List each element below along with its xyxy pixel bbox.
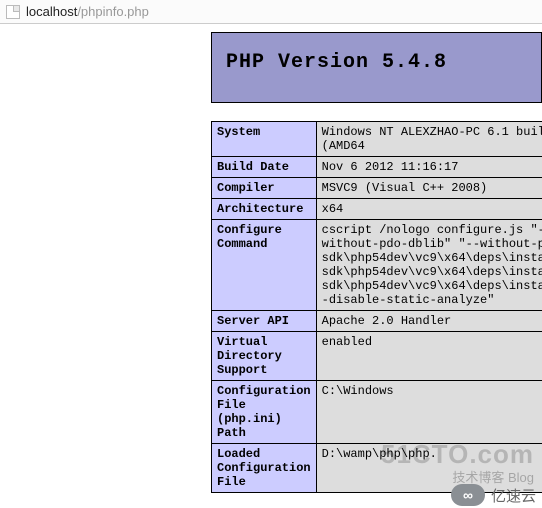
info-value: C:\Windows — [316, 381, 542, 444]
url-host: localhost — [26, 4, 77, 19]
page-icon — [6, 5, 20, 19]
info-key: Architecture — [212, 199, 317, 220]
info-value: D:\wamp\php\php. — [316, 444, 542, 493]
info-key: Configuration File (php.ini) Path — [212, 381, 317, 444]
info-key: Virtual Directory Support — [212, 332, 317, 381]
info-key: Loaded Configuration File — [212, 444, 317, 493]
page-title: PHP Version 5.4.8 — [226, 51, 527, 74]
info-value: MSVC9 (Visual C++ 2008) — [316, 178, 542, 199]
table-row: Architecturex64 — [212, 199, 542, 220]
info-value: Windows NT ALEXZHAO-PC 6.1 build 7601 (A… — [316, 122, 542, 157]
table-row: Virtual Directory Supportenabled — [212, 332, 542, 381]
info-value: Nov 6 2012 11:16:17 — [316, 157, 542, 178]
left-margin — [0, 28, 211, 508]
table-row: Build DateNov 6 2012 11:16:17 — [212, 157, 542, 178]
url-path: /phpinfo.php — [77, 4, 149, 19]
info-key: System — [212, 122, 317, 157]
info-value: cscript /nologo configure.js "--enable-w… — [316, 220, 542, 311]
phpinfo-table: SystemWindows NT ALEXZHAO-PC 6.1 build 7… — [211, 121, 542, 493]
info-key: Compiler — [212, 178, 317, 199]
phpinfo-panel: PHP Version 5.4.8 SystemWindows NT ALEXZ… — [211, 32, 542, 508]
table-row: Loaded Configuration FileD:\wamp\php\php… — [212, 444, 542, 493]
info-value: enabled — [316, 332, 542, 381]
table-row: Configure Commandcscript /nologo configu… — [212, 220, 542, 311]
table-row: CompilerMSVC9 (Visual C++ 2008) — [212, 178, 542, 199]
address-bar[interactable]: localhost/phpinfo.php — [0, 0, 542, 24]
info-value: Apache 2.0 Handler — [316, 311, 542, 332]
phpinfo-header: PHP Version 5.4.8 — [211, 32, 542, 103]
table-row: Server APIApache 2.0 Handler — [212, 311, 542, 332]
table-row: SystemWindows NT ALEXZHAO-PC 6.1 build 7… — [212, 122, 542, 157]
info-key: Build Date — [212, 157, 317, 178]
content-area: PHP Version 5.4.8 SystemWindows NT ALEXZ… — [0, 28, 542, 508]
table-row: Configuration File (php.ini) PathC:\Wind… — [212, 381, 542, 444]
info-key: Configure Command — [212, 220, 317, 311]
info-key: Server API — [212, 311, 317, 332]
info-value: x64 — [316, 199, 542, 220]
